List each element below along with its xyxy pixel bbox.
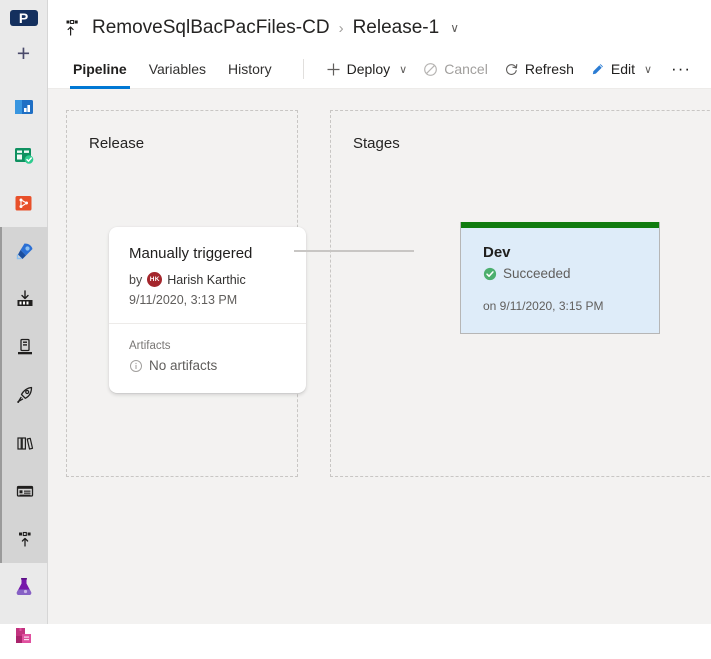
releases-rocket-icon — [14, 384, 36, 406]
release-panel-title: Release — [89, 135, 145, 152]
stage-date: on 9/11/2020, 3:15 PM — [483, 299, 604, 313]
release-card[interactable]: Manually triggered by HK Harish Karthic … — [109, 227, 306, 393]
stage-card-body: Dev Succeeded on 9/11/2020, 3:15 PM — [461, 228, 659, 333]
cancel-label: Cancel — [444, 61, 488, 77]
pipeline-canvas: Release Manually triggered by HK Harish … — [48, 89, 711, 624]
stages-panel-title: Stages — [353, 135, 400, 152]
pipelines-icon — [13, 239, 37, 263]
tab-list: Pipeline Variables History — [62, 50, 283, 89]
author-name: Harish Karthic — [167, 272, 246, 287]
tab-variables[interactable]: Variables — [138, 50, 217, 89]
chevron-down-icon: ∨ — [643, 63, 653, 76]
toolbar: Pipeline Variables History Deploy ∨ Canc… — [48, 50, 711, 89]
plus-icon — [326, 62, 341, 77]
environments-icon — [14, 336, 36, 358]
release-pipeline-icon — [62, 17, 84, 39]
repos-icon — [13, 192, 35, 214]
refresh-label: Refresh — [524, 61, 574, 77]
test-plans-icon — [12, 575, 36, 599]
release-panel: Release Manually triggered by HK Harish … — [66, 110, 306, 477]
release-author: by HK Harish Karthic — [129, 272, 286, 287]
overview-icon — [13, 96, 35, 118]
sidebar-item-overview[interactable] — [0, 83, 48, 131]
chevron-down-icon[interactable]: ∨ — [450, 21, 459, 35]
no-artifacts-row: No artifacts — [129, 358, 286, 373]
sidebar-item-releases[interactable] — [1, 371, 49, 419]
stage-name: Dev — [483, 244, 511, 261]
success-check-icon — [483, 267, 497, 281]
no-artifacts-label: No artifacts — [149, 358, 218, 373]
task-groups-icon — [14, 480, 36, 502]
cancel-button[interactable]: Cancel — [415, 54, 496, 84]
sidebar-item-pipelines[interactable] — [1, 227, 49, 275]
by-label: by — [129, 272, 143, 287]
avatar: HK — [147, 272, 163, 287]
release-name[interactable]: Release-1 — [353, 17, 440, 39]
sidebar-item-task-groups[interactable] — [1, 467, 49, 515]
rail-group-top — [0, 83, 48, 227]
stage-status-label: Succeeded — [503, 266, 571, 281]
release-trigger-title: Manually triggered — [129, 245, 253, 262]
edit-label: Edit — [610, 61, 635, 77]
rail-group-bottom — [0, 563, 48, 659]
rail-group-pipelines — [0, 227, 48, 563]
toolbar-divider — [302, 59, 304, 79]
sidebar-item-boards[interactable] — [0, 131, 48, 179]
sidebar-item-test-plans[interactable] — [0, 563, 48, 611]
deploy-label: Deploy — [346, 61, 391, 77]
library-icon — [14, 432, 36, 454]
new-item-button[interactable]: + — [9, 42, 39, 65]
refresh-icon — [504, 62, 519, 77]
tab-history[interactable]: History — [217, 50, 283, 89]
sidebar-item-environments[interactable] — [1, 323, 49, 371]
main-region: RemoveSqlBacPacFiles-CD › Release-1 ∨ Pi… — [48, 0, 711, 624]
tab-variables-label: Variables — [148, 61, 207, 77]
pencil-icon — [590, 62, 605, 77]
refresh-button[interactable]: Refresh — [496, 54, 582, 84]
release-card-artifacts: Artifacts No artifacts — [109, 324, 306, 393]
stages-panel: Stages Dev Succeeded on 9/11/2020, 3:15 … — [330, 110, 711, 477]
tab-pipeline[interactable]: Pipeline — [62, 50, 138, 89]
stage-card-dev[interactable]: Dev Succeeded on 9/11/2020, 3:15 PM — [460, 222, 660, 334]
sidebar-item-repos[interactable] — [0, 179, 48, 227]
info-icon — [129, 359, 143, 373]
edit-button[interactable]: Edit ∨ — [582, 54, 660, 84]
project-avatar[interactable]: P — [9, 10, 38, 26]
deployment-groups-icon — [14, 528, 36, 550]
cancel-icon — [423, 62, 438, 77]
sidebar-item-deployment-groups[interactable] — [1, 515, 49, 563]
pipeline-name[interactable]: RemoveSqlBacPacFiles-CD — [92, 17, 330, 39]
builds-icon — [14, 288, 36, 310]
status-badge: Succeeded — [483, 266, 637, 281]
boards-icon — [13, 144, 35, 166]
chevron-down-icon: ∨ — [399, 63, 408, 76]
sidebar-item-builds[interactable] — [1, 275, 49, 323]
more-actions-button[interactable]: ··· — [666, 54, 696, 84]
artifacts-icon — [12, 623, 36, 647]
left-icon-rail: P + — [0, 0, 48, 643]
breadcrumb-separator: › — [338, 19, 344, 37]
artifacts-label: Artifacts — [129, 340, 171, 352]
release-date: 9/11/2020, 3:13 PM — [129, 293, 238, 307]
tab-history-label: History — [228, 61, 272, 77]
release-card-top: Manually triggered by HK Harish Karthic … — [109, 227, 306, 324]
deploy-button[interactable]: Deploy ∨ — [318, 54, 416, 84]
sidebar-item-library[interactable] — [1, 419, 49, 467]
breadcrumb: RemoveSqlBacPacFiles-CD › Release-1 ∨ — [62, 14, 711, 42]
tab-pipeline-label: Pipeline — [73, 61, 127, 77]
sidebar-item-artifacts[interactable] — [0, 611, 48, 659]
